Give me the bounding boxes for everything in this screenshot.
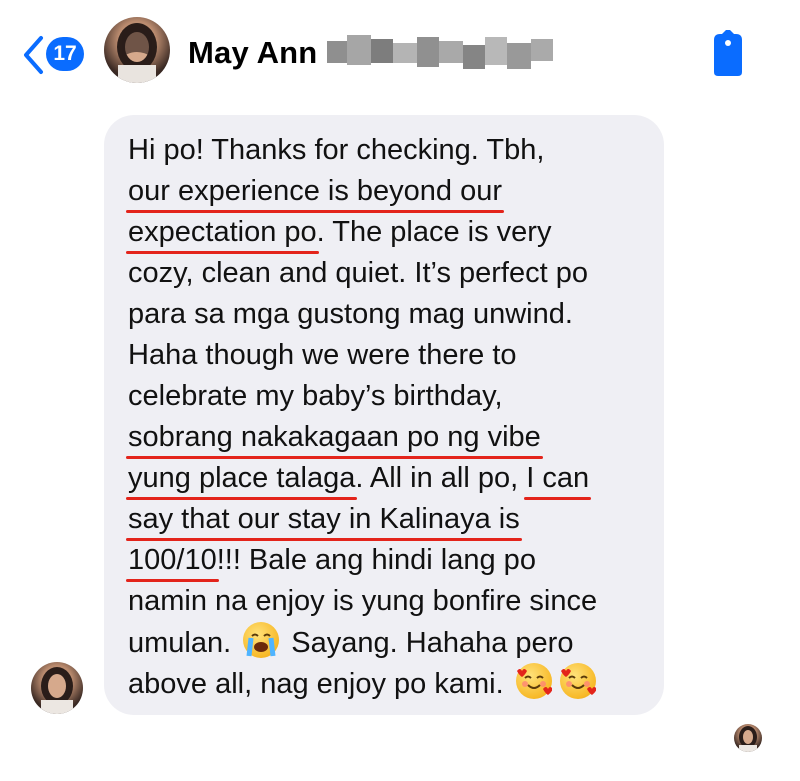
contact-name: May Ann (188, 35, 318, 70)
message-line: umulan. Sayang. Hahaha pero (128, 622, 658, 663)
text-segment: cozy, clean and quiet. It’s perfect po (128, 257, 588, 289)
message-line: Haha though we were there to (128, 335, 658, 376)
message-line: namin na enjoy is yung bonfire since (128, 581, 658, 622)
text-segment: !!! Bale ang hindi lang po (216, 544, 536, 576)
message-line: sobrang nakakagaan po ng vibe (128, 417, 658, 458)
message-line: 100/10!!! Bale ang hindi lang po (128, 540, 658, 581)
message-line: yung place talaga. All in all po, I can (128, 458, 658, 499)
loudly-crying-face-emoji (243, 622, 280, 658)
avatar-image (739, 726, 757, 752)
text-segment: Sayang. Hahaha pero (283, 627, 574, 659)
underlined-text: yung place talaga (128, 462, 356, 494)
redacted-surname (321, 31, 561, 75)
sender-avatar[interactable] (31, 662, 83, 714)
contact-title[interactable]: May Ann (188, 33, 561, 73)
unread-count-badge: 17 (46, 37, 84, 71)
read-receipt-avatar (734, 724, 762, 752)
smiling-face-with-hearts-emoji (559, 663, 596, 699)
underlined-text: our experience is beyond our (128, 175, 503, 207)
message-line: say that our stay in Kalinaya is (128, 499, 658, 540)
message-line: para sa mga gustong mag unwind. (128, 294, 658, 335)
text-segment: para sa mga gustong mag unwind. (128, 298, 573, 330)
message-line: above all, nag enjoy po kami. (128, 663, 658, 704)
chevron-left-icon (24, 36, 43, 74)
message-line: our experience is beyond our (128, 171, 658, 212)
text-segment: . The place is very (316, 216, 552, 248)
back-button[interactable]: 17 (22, 35, 92, 75)
underlined-text: sobrang nakakagaan po ng vibe (128, 421, 541, 453)
message-line: Hi po! Thanks for checking. Tbh, (128, 130, 658, 171)
underlined-text: 100/10 (128, 544, 217, 576)
message-line: celebrate my baby’s birthday, (128, 376, 658, 417)
message-line: cozy, clean and quiet. It’s perfect po (128, 253, 658, 294)
smiling-face-with-hearts-emoji (515, 663, 552, 699)
text-segment: celebrate my baby’s birthday, (128, 380, 503, 412)
underlined-text: I can (526, 462, 590, 494)
tag-icon[interactable] (708, 30, 748, 78)
contact-avatar[interactable] (104, 17, 170, 83)
text-segment: above all, nag enjoy po kami. (128, 668, 512, 700)
text-segment: namin na enjoy is yung bonfire since (128, 585, 598, 617)
avatar-image (41, 667, 73, 714)
message-text: Hi po! Thanks for checking. Tbh, our expe… (128, 130, 658, 704)
message-line: expectation po. The place is very (128, 212, 658, 253)
underlined-text: say that our stay in Kalinaya is (128, 503, 520, 535)
avatar-image (117, 23, 157, 83)
text-segment: umulan. (128, 627, 240, 659)
text-segment: . All in all po, (355, 462, 527, 494)
text-segment: Hi po! Thanks for checking. Tbh, (128, 134, 545, 166)
underlined-text: expectation po (128, 216, 317, 248)
chat-header: 17 May Ann (0, 0, 800, 112)
text-segment: Haha though we were there to (128, 339, 517, 371)
